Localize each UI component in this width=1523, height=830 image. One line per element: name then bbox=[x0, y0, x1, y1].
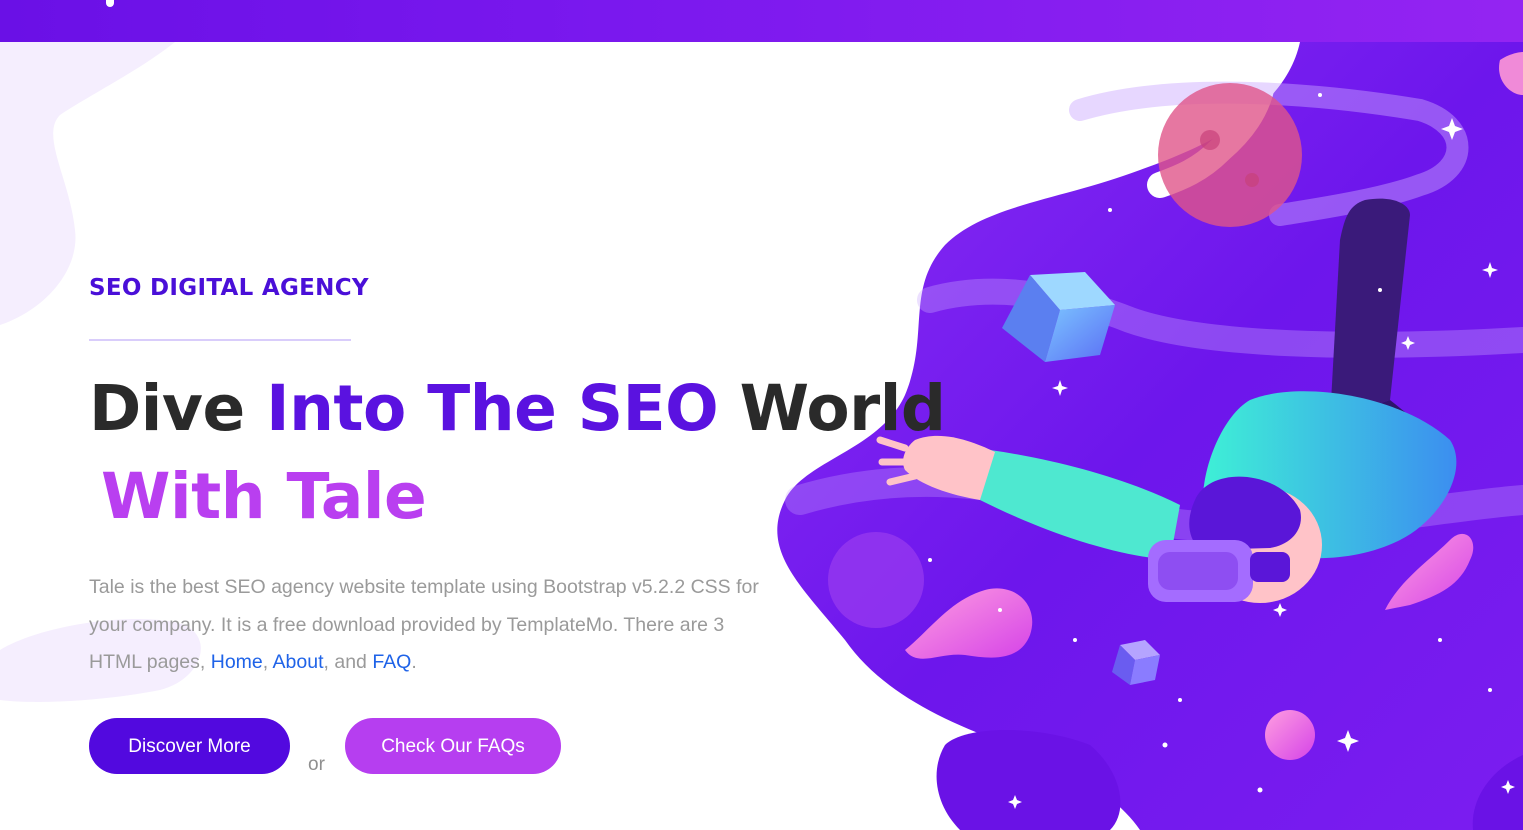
check-faqs-button[interactable]: Check Our FAQs bbox=[345, 717, 561, 774]
headline-accent: Into The SEO bbox=[266, 372, 719, 445]
eyebrow-divider bbox=[89, 339, 351, 341]
description-sep2: , and bbox=[323, 651, 373, 673]
hero-eyebrow: SEO DIGITAL AGENCY bbox=[89, 275, 369, 301]
description-end: . bbox=[411, 651, 417, 673]
discover-more-button[interactable]: Discover More bbox=[89, 717, 290, 774]
logo-fragment bbox=[106, 0, 114, 7]
hero-headline: Dive Into The SEO World With Tale bbox=[89, 365, 946, 541]
description-sep1: , bbox=[262, 651, 273, 673]
about-link[interactable]: About bbox=[273, 651, 324, 673]
hero-description: Tale is the best SEO agency website temp… bbox=[89, 569, 769, 682]
description-text: Tale is the best SEO agency website temp… bbox=[89, 576, 759, 673]
or-separator: or bbox=[308, 753, 325, 775]
hero-buttons: Discover More or Check Our FAQs bbox=[89, 717, 889, 778]
top-navbar bbox=[0, 0, 1523, 42]
headline-line2: With Tale bbox=[101, 460, 427, 533]
headline-part1: Dive bbox=[89, 372, 267, 445]
home-link[interactable]: Home bbox=[211, 651, 263, 673]
page: SEO DIGITAL AGENCY Dive Into The SEO Wor… bbox=[0, 0, 1523, 830]
planet-red bbox=[1158, 83, 1302, 227]
headline-part2: World bbox=[718, 372, 946, 445]
hero-content: SEO DIGITAL AGENCY Dive Into The SEO Wor… bbox=[89, 270, 946, 778]
faq-link[interactable]: FAQ bbox=[372, 651, 411, 673]
